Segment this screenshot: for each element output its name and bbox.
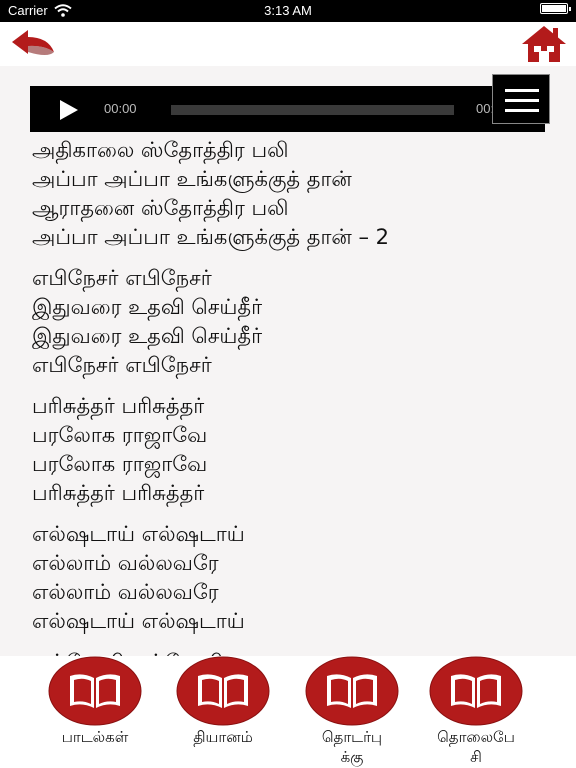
tab-label: தியானம் xyxy=(193,728,253,746)
lyric-line: எல்லாம் வல்லவரே xyxy=(32,551,219,575)
lyric-line: அதிகாலை ஸ்தோத்திர பலி xyxy=(32,138,289,162)
play-icon[interactable] xyxy=(60,100,78,120)
lyric-line: எபிநேசர் எபிநேசர் xyxy=(32,266,212,290)
lyric-stanza: பரிசுத்தர் பரிசுத்தர் பரலோக ராஜாவே பரலோக ர… xyxy=(32,392,552,508)
lyric-stanza: எல்ரோயி எல்ரோயி xyxy=(32,648,552,656)
seek-bar[interactable] xyxy=(171,105,454,115)
lyric-line: பரிசுத்தர் பரிசுத்தர் xyxy=(32,481,205,505)
tab-bar: பாடல்கள் தியானம் தொடர்பு க்கு தொலைபே சி xyxy=(0,656,576,768)
back-arrow-icon xyxy=(12,30,54,55)
status-bar: Carrier 3:13 AM xyxy=(0,0,576,22)
lyric-line: பரலோக ராஜாவே xyxy=(32,423,208,447)
book-icon xyxy=(176,656,270,726)
status-time: 3:13 AM xyxy=(264,3,312,18)
lyric-line: எல்ஷடாய் எல்ஷடாய் xyxy=(32,522,245,546)
tab-item-3[interactable]: தொடர்பு க்கு xyxy=(297,656,407,768)
lyric-line: இதுவரை உதவி செய்தீர் xyxy=(32,324,263,348)
lyric-line: எல்ரோயி எல்ரோயி xyxy=(32,648,552,656)
lyric-line: எபிநேசர் எபிநேசர் xyxy=(32,353,212,377)
book-icon xyxy=(429,656,523,726)
back-button[interactable] xyxy=(8,26,58,62)
status-right xyxy=(540,3,571,14)
tab-item-4[interactable]: தொலைபே சி xyxy=(421,656,531,768)
lyric-line: எல்ஷடாய் எல்ஷடாய் xyxy=(32,609,245,633)
book-icon xyxy=(305,656,399,726)
tab-label: தொலைபே சி xyxy=(437,728,515,766)
nav-bar xyxy=(0,22,576,66)
lyric-line: பரிசுத்தர் பரிசுத்தர் xyxy=(32,394,205,418)
current-time: 00:00 xyxy=(104,101,137,116)
battery-icon xyxy=(540,3,571,14)
song-content[interactable]: 00:00 00:00 அதிகாலை ஸ்தோத்திர பலி அப்பா அ… xyxy=(0,66,576,656)
lyric-line: அப்பா அப்பா உங்களுக்குத் தான் – 2 xyxy=(32,225,389,249)
lyric-stanza: எபிநேசர் எபிநேசர் இதுவரை உதவி செய்தீர் இது… xyxy=(32,264,552,380)
lyric-line: எல்லாம் வல்லவரே xyxy=(32,580,219,604)
tab-label: தொடர்பு க்கு xyxy=(321,728,383,766)
battery-fill xyxy=(542,5,566,12)
home-icon xyxy=(522,26,566,62)
lyric-stanza: எல்ஷடாய் எல்ஷடாய் எல்லாம் வல்லவரே எல்லாம் … xyxy=(32,520,552,636)
lyric-line: அப்பா அப்பா உங்களுக்குத் தான் xyxy=(32,167,352,191)
tab-item-2[interactable]: தியானம் xyxy=(168,656,278,768)
lyric-line: ஆராதனை ஸ்தோத்திர பலி xyxy=(32,196,289,220)
lyric-stanza: அதிகாலை ஸ்தோத்திர பலி அப்பா அப்பா உங்களுக… xyxy=(32,136,552,252)
lyric-line: இதுவரை உதவி செய்தீர் xyxy=(32,295,263,319)
book-icon xyxy=(48,656,142,726)
tab-item-1[interactable]: பாடல்கள் xyxy=(40,656,150,768)
hamburger-menu-icon[interactable] xyxy=(492,74,550,124)
lyric-line: பரலோக ராஜாவே xyxy=(32,452,208,476)
tab-label: பாடல்கள் xyxy=(61,728,129,746)
home-button[interactable] xyxy=(520,24,568,64)
audio-player: 00:00 00:00 xyxy=(30,86,545,132)
lyrics: அதிகாலை ஸ்தோத்திர பலி அப்பா அப்பா உங்களுக… xyxy=(32,136,552,656)
